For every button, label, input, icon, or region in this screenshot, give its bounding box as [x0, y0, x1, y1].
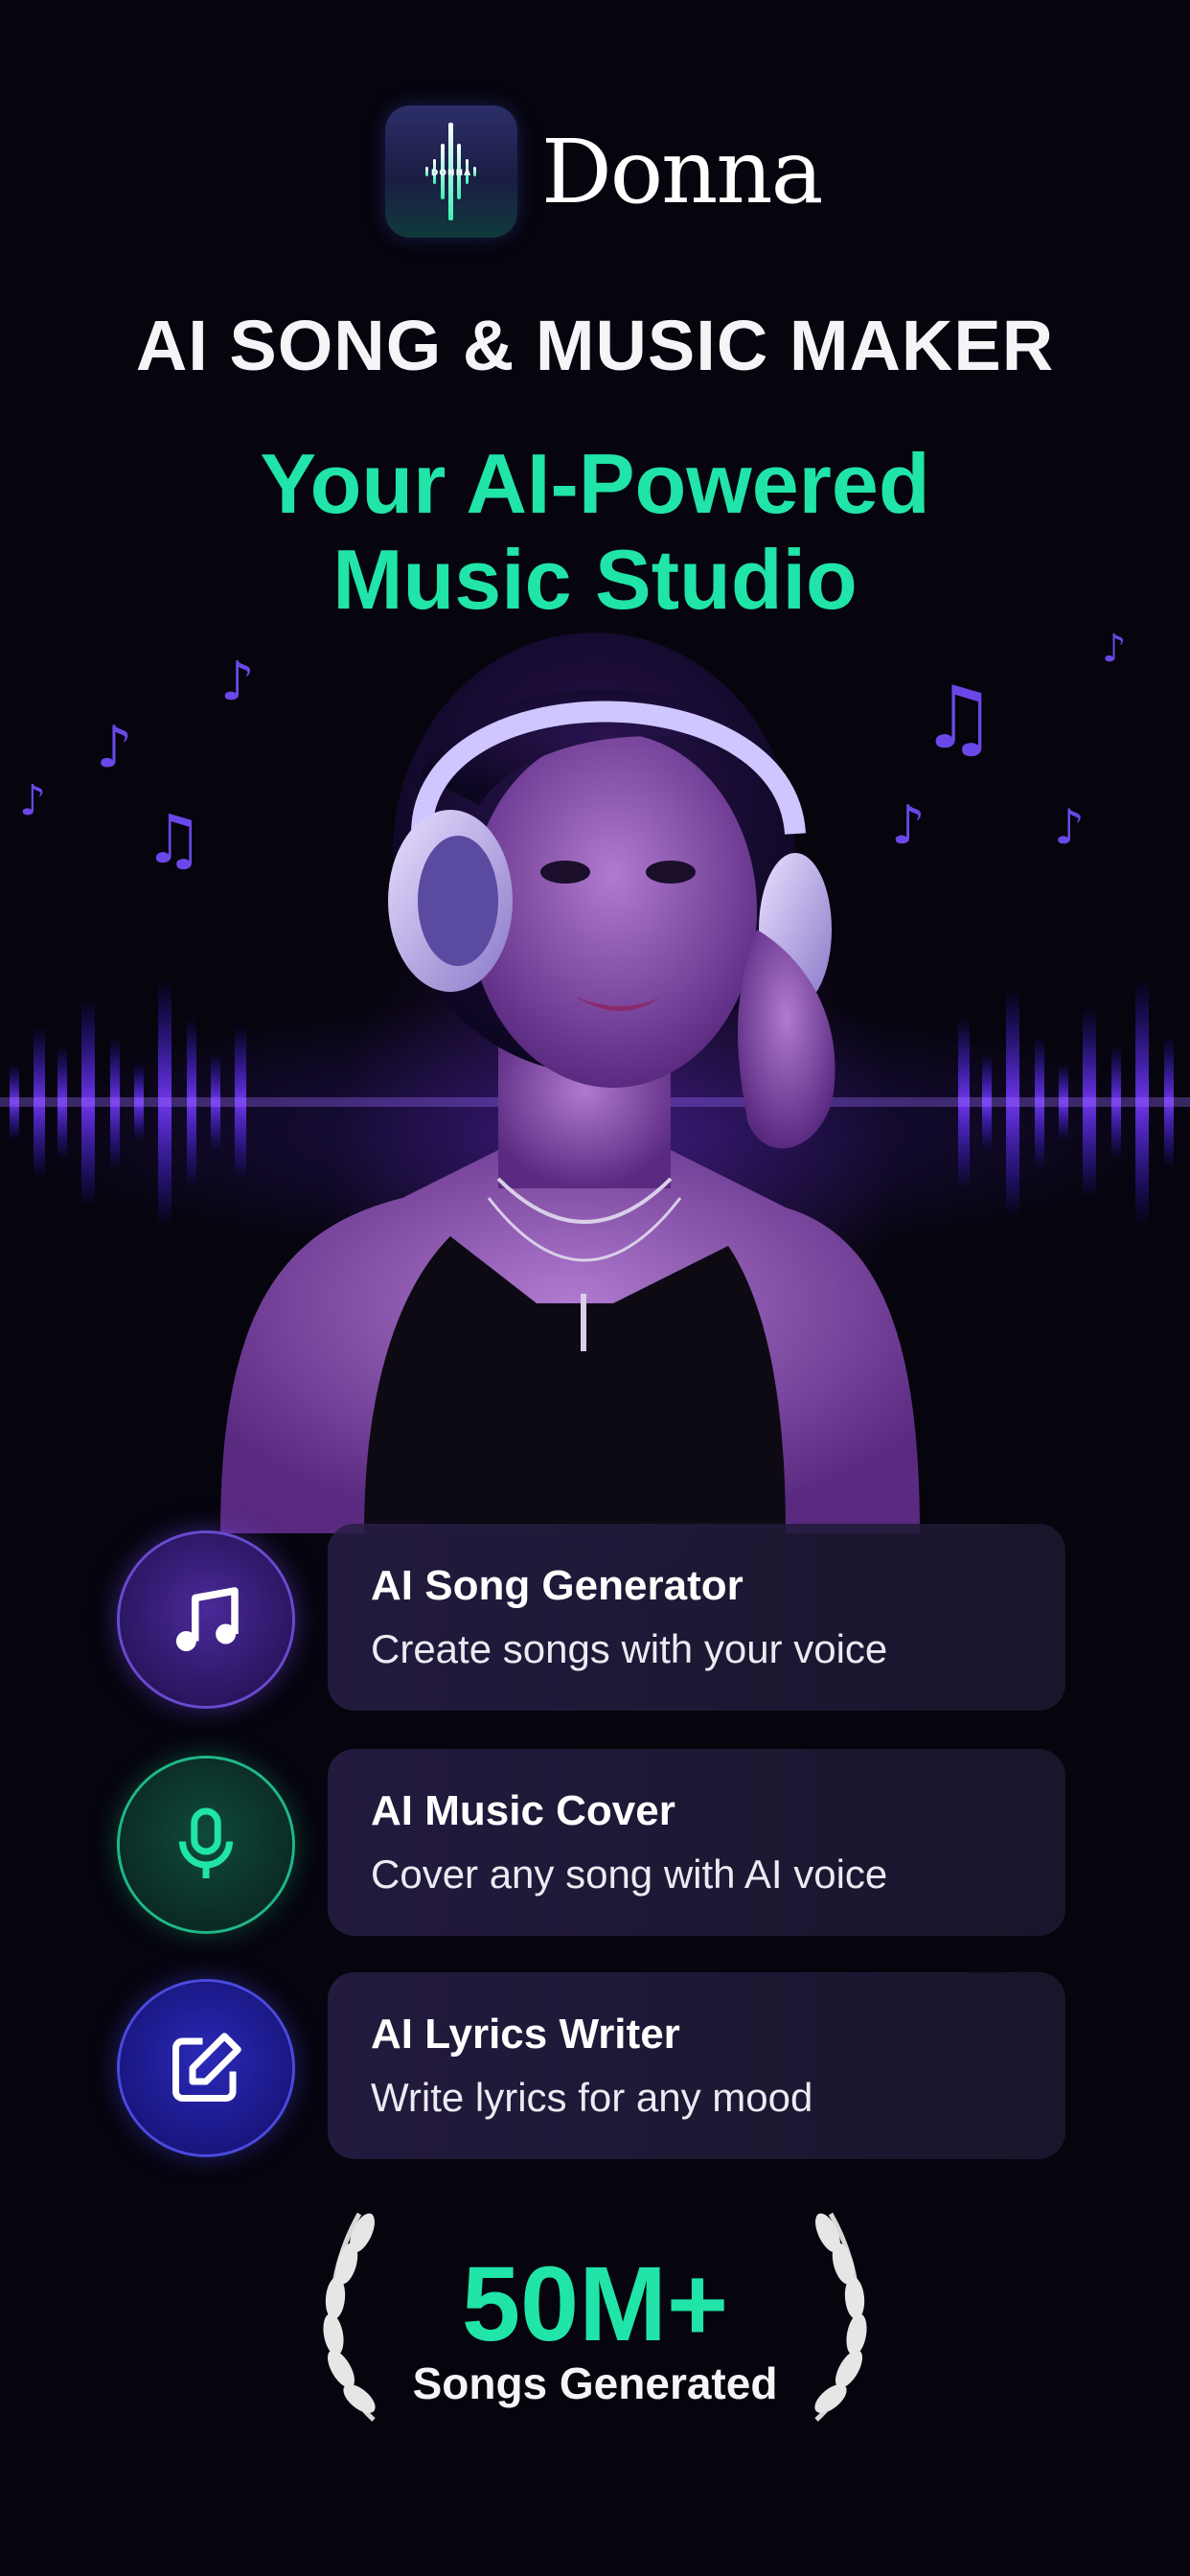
subheadline-line-1: Your AI-Powered [260, 436, 930, 531]
feature-icon-circle [120, 1982, 292, 2154]
feature-ai-song-generator[interactable]: AI Song Generator Create songs with your… [115, 1524, 1068, 1715]
svg-text:♪: ♪ [19, 776, 46, 825]
feature-card[interactable]: AI Lyrics Writer Write lyrics for any mo… [328, 1972, 1065, 2159]
svg-text:♪: ♪ [220, 651, 255, 713]
svg-text:♪: ♪ [1054, 799, 1085, 855]
stat-label: Songs Generated [412, 2358, 778, 2408]
feature-card[interactable]: AI Song Generator Create songs with your… [328, 1524, 1065, 1711]
hero-illustration: ♪ ♪ ♫ ♪ ♫ ♪ ♪ ♪ [0, 627, 1190, 1533]
feature-icon-circle [120, 1759, 292, 1931]
page-subheadline: Your AI-Powered Music Studio [0, 436, 1190, 628]
logo-text: DONNA [431, 169, 471, 178]
stat-value: 50M+ [461, 2245, 729, 2363]
screen-root: DONNA Donna AI SONG & MUSIC MAKER Your A… [0, 0, 1190, 2576]
music-note-icon [175, 1587, 239, 1651]
page-headline: AI SONG & MUSIC MAKER [135, 306, 1055, 385]
svg-text:♪: ♪ [96, 714, 132, 781]
feature-ai-lyrics-writer[interactable]: AI Lyrics Writer Write lyrics for any mo… [115, 1972, 1068, 2164]
feature-description: Cover any song with AI voice [371, 1852, 888, 1897]
app-logo-icon: DONNA [385, 105, 517, 238]
feature-title: AI Lyrics Writer [371, 2011, 680, 2058]
microphone-icon [179, 1807, 233, 1878]
feature-title: AI Song Generator [371, 1562, 744, 1609]
feature-description: Write lyrics for any mood [371, 2075, 813, 2120]
svg-text:♪: ♪ [891, 794, 926, 857]
brand-name: Donna [541, 121, 824, 223]
feature-title: AI Music Cover [371, 1787, 675, 1834]
feature-description: Create songs with your voice [371, 1626, 888, 1671]
feature-card[interactable]: AI Music Cover Cover any song with AI vo… [328, 1749, 1065, 1936]
edit-pencil-icon [172, 2033, 241, 2102]
svg-text:♪: ♪ [1102, 627, 1127, 671]
feature-ai-music-cover[interactable]: AI Music Cover Cover any song with AI vo… [115, 1749, 1068, 1941]
svg-text:♫: ♫ [920, 668, 997, 769]
feature-icon-circle [120, 1533, 292, 1706]
svg-text:♫: ♫ [144, 800, 204, 879]
